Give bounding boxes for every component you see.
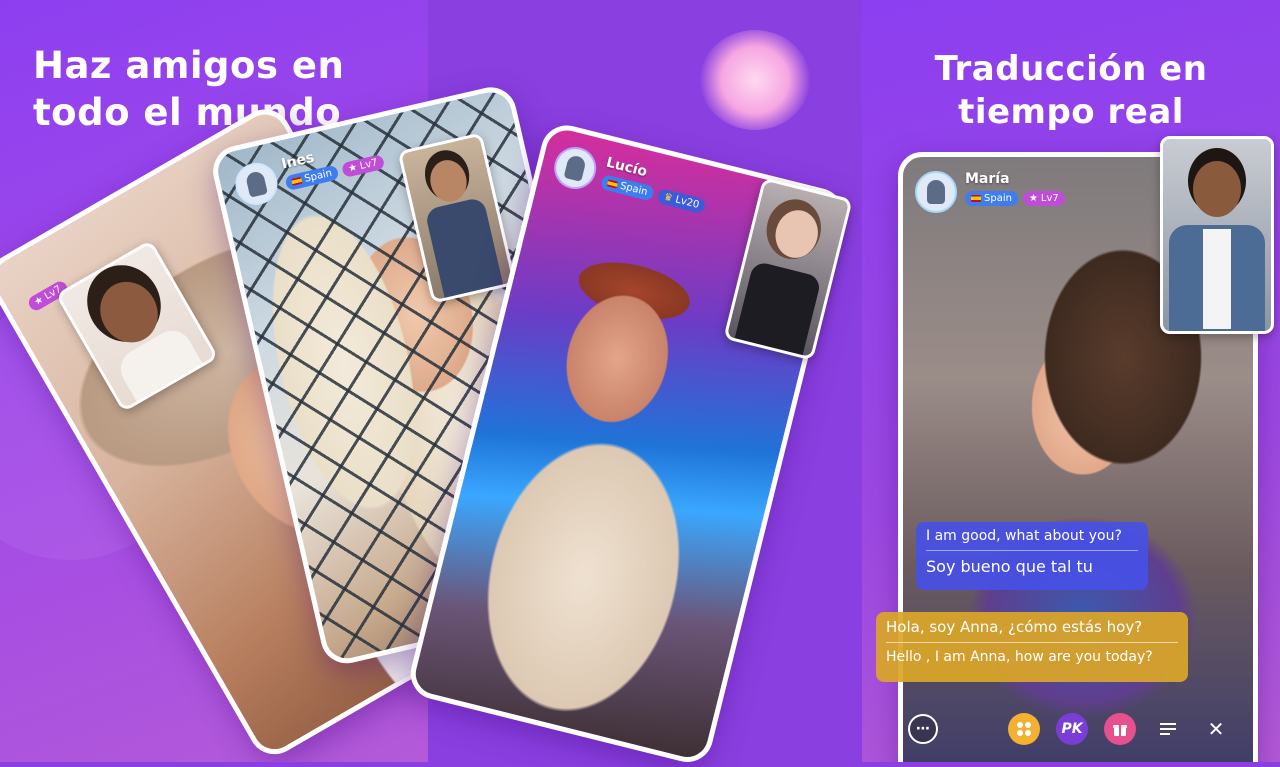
pip-face xyxy=(1193,161,1241,217)
spain-flag-icon xyxy=(291,176,303,186)
pk-icon[interactable]: PK xyxy=(1056,713,1088,745)
pip-suit xyxy=(424,196,504,298)
star-icon: ★ xyxy=(1028,193,1038,204)
chat-icon[interactable]: ⋯ xyxy=(908,714,938,744)
chat-message-sent: Hola, soy Anna, ¿cómo estás hoy? Hello ,… xyxy=(876,612,1188,682)
decor-glow xyxy=(700,30,810,130)
spain-flag-icon xyxy=(606,179,619,189)
pip-face xyxy=(426,156,471,206)
chat-translation-text: Hello , I am Anna, how are you today? xyxy=(886,642,1178,665)
headline-line-1: Traducción en xyxy=(934,49,1208,89)
chat-original-text: Hola, soy Anna, ¿cómo estás hoy? xyxy=(886,618,1143,636)
headline-make-friends: Haz amigos en todo el mundo xyxy=(33,42,344,136)
level-badge: ★ Lv7 xyxy=(1022,191,1065,206)
pip-video-card-4[interactable] xyxy=(1160,136,1274,334)
menu-icon[interactable] xyxy=(1152,713,1184,745)
chat-message-received: I am good, what about you? Soy bueno que… xyxy=(916,522,1148,590)
star-icon: ★ xyxy=(32,294,46,309)
headline-line-1: Haz amigos en xyxy=(33,44,345,87)
pip-top xyxy=(734,260,822,356)
crown-icon: ♛ xyxy=(662,191,674,205)
pip-face xyxy=(770,205,823,263)
close-icon[interactable]: ✕ xyxy=(1200,713,1232,745)
star-icon: ★ xyxy=(347,161,359,175)
pip-shirt xyxy=(1203,229,1231,329)
chat-translation-text: I am good, what about you? xyxy=(926,528,1138,551)
live-toolbar: ⋯ PK ✕ xyxy=(908,712,1264,746)
spain-flag-icon xyxy=(971,195,981,202)
chat-original-text: Soy bueno que tal tu xyxy=(926,557,1093,576)
panel-realtime-translation: Traducción en tiempo real María Spain ★ L… xyxy=(862,0,1280,762)
username: María xyxy=(965,171,1010,187)
headline-realtime-translation: Traducción en tiempo real xyxy=(862,48,1280,134)
avatar[interactable] xyxy=(915,171,957,213)
country-badge: Spain xyxy=(965,191,1018,206)
user-header: María Spain ★ Lv7 xyxy=(915,171,1065,213)
headline-line-2: todo el mundo xyxy=(33,91,342,134)
headline-line-2: tiempo real xyxy=(958,92,1184,132)
gift-icon[interactable] xyxy=(1104,713,1136,745)
apps-icon[interactable] xyxy=(1008,713,1040,745)
